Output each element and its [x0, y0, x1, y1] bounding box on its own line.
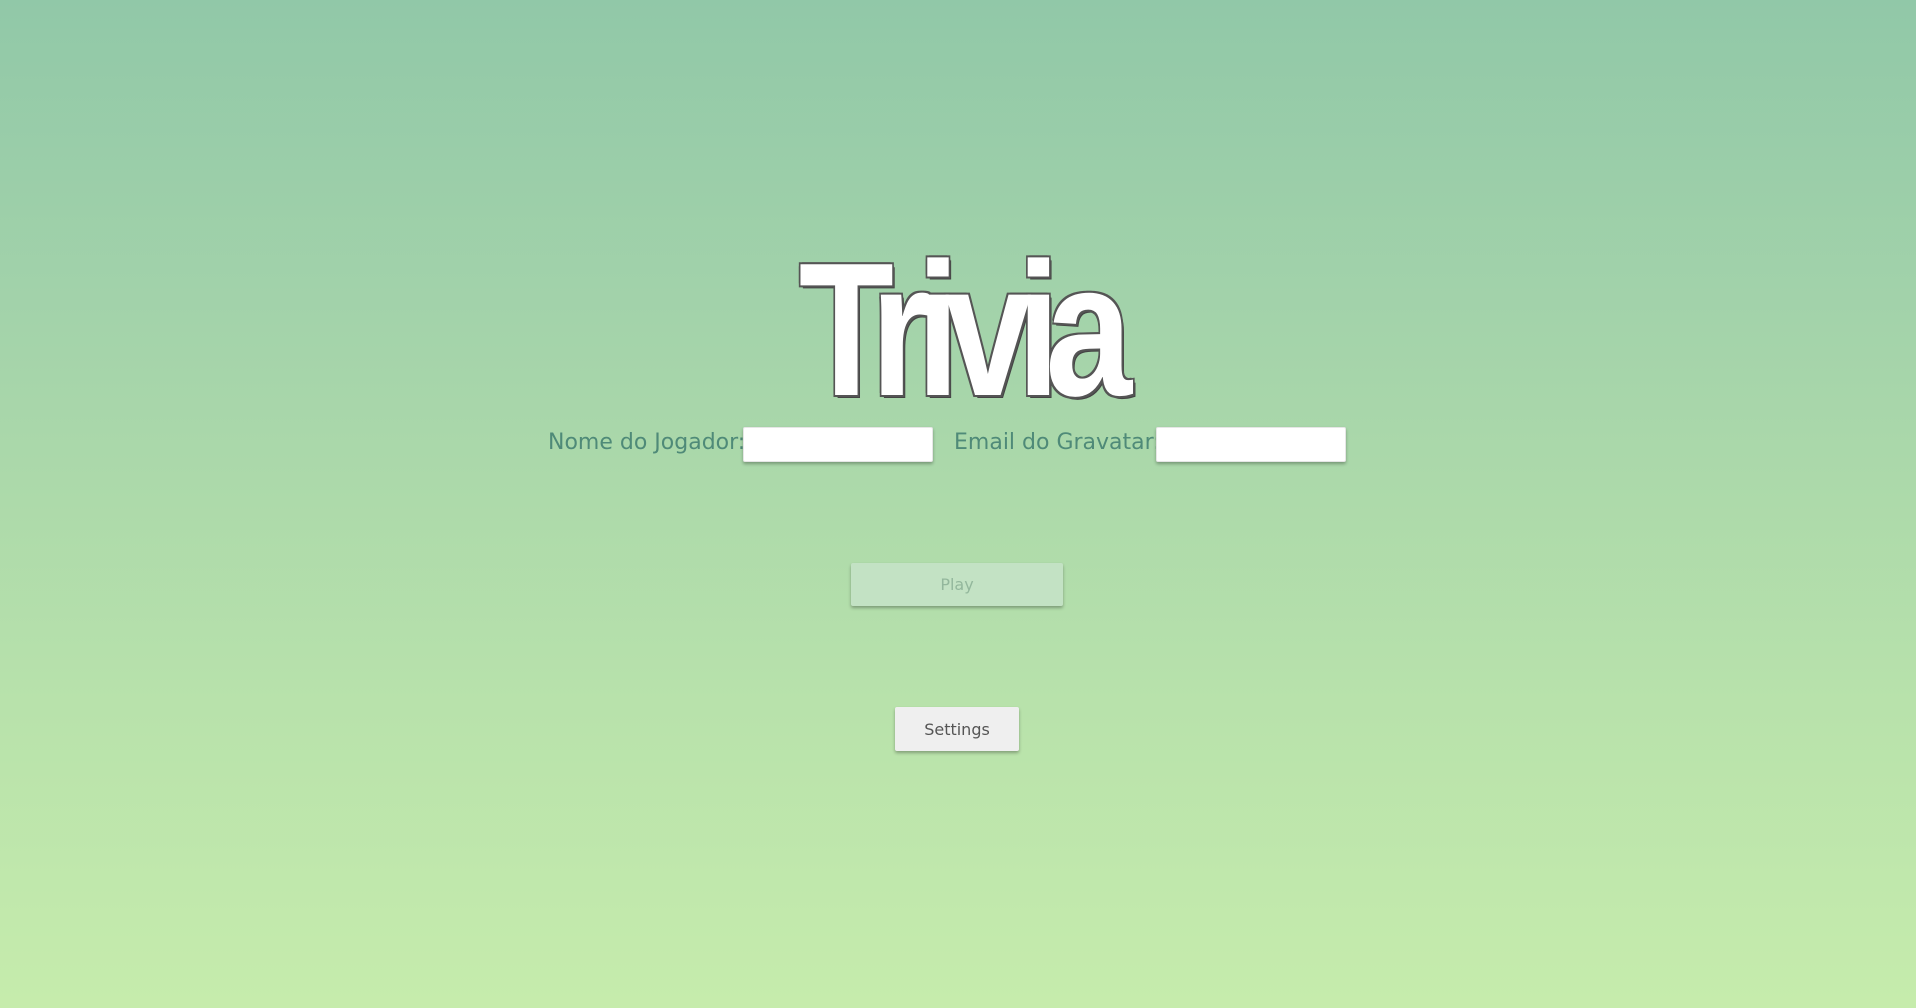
gravatar-email-label: Email do Gravatar:	[954, 430, 1161, 455]
gravatar-email-input[interactable]	[1156, 427, 1346, 462]
player-name-input[interactable]	[743, 427, 933, 462]
play-button[interactable]: Play	[851, 563, 1063, 606]
settings-button[interactable]: Settings	[895, 707, 1019, 751]
login-form: Nome do Jogador: Email do Gravatar:	[0, 427, 1916, 465]
app-title: Trivia	[798, 224, 1132, 437]
player-name-label: Nome do Jogador:	[548, 430, 746, 455]
